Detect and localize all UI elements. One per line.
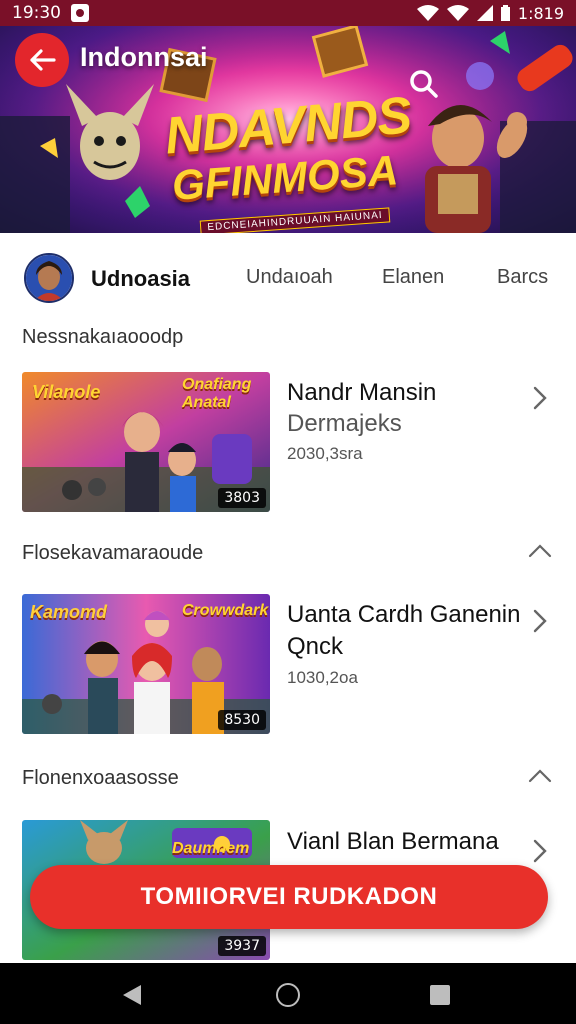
arrow-left-icon (30, 49, 56, 71)
chevron-right-icon[interactable] (532, 608, 548, 634)
primary-cta-button[interactable]: TOMIIORVEI RUDKADON (30, 865, 548, 929)
video-title-3[interactable]: Vianl Blan Bermana (287, 826, 527, 858)
search-button[interactable] (404, 64, 444, 104)
video-title-1[interactable]: Nandr Mansin (287, 377, 527, 409)
chevron-right-icon[interactable] (532, 838, 548, 864)
status-icons: 1:819 (416, 3, 564, 23)
video-meta-2: 1030,2oa (287, 668, 358, 687)
nav-home-icon[interactable] (276, 983, 300, 1007)
video-subtitle-2: Qnck (287, 633, 344, 660)
video-meta-1: 2030,3sra (287, 444, 363, 463)
section-title-3: Flonenxoaasosse (22, 767, 179, 789)
video-title-2[interactable]: Uanta Cardh Ganenin (287, 599, 527, 631)
avatar-image (26, 255, 72, 301)
nav-back-icon[interactable] (121, 984, 143, 1006)
thumbnail-label-3: Daumnem (172, 840, 250, 857)
thumbnail-label-2a: Kamomd (30, 602, 108, 622)
chevron-up-icon[interactable] (528, 768, 552, 784)
channel-name[interactable]: Udnoasia (91, 266, 190, 292)
system-nav-bar (0, 963, 576, 1024)
back-button[interactable] (15, 33, 69, 87)
thumbnail-label-1b: Onafiang Anatal (182, 376, 252, 411)
battery-icon (500, 5, 510, 21)
tab-3[interactable]: Barcs (497, 266, 548, 289)
thumbnail-label-2b: Crowwdark (182, 602, 269, 619)
hero-banner: Indonnsai NDAVNDS GFINMOSA EDCNEIAHINDRU… (0, 26, 576, 233)
wifi-icon (416, 5, 439, 21)
search-icon (410, 70, 438, 98)
duration-badge-1: 3803 (218, 488, 266, 508)
section-title-1: Nessnakaıaooodp (22, 326, 184, 348)
notification-icon (71, 4, 89, 22)
wifi-icon-2 (446, 5, 469, 21)
video-thumbnail-2[interactable]: Kamomd Crowwdark 8530 (22, 594, 270, 734)
section-title-2: Flosekavamaraoude (22, 542, 204, 564)
avatar[interactable] (24, 253, 74, 303)
chevron-right-icon[interactable] (532, 385, 548, 411)
status-time: 19:30 (12, 3, 61, 23)
chevron-up-icon[interactable] (528, 543, 552, 559)
nav-recents-icon[interactable] (430, 985, 450, 1005)
duration-badge-2: 8530 (218, 710, 266, 730)
video-subtitle-1: Dermajeks (287, 410, 402, 437)
signal-icon (476, 5, 493, 21)
thumbnail-label-1a: Vilanole (32, 382, 101, 402)
tab-1[interactable]: Undaıoah (246, 266, 333, 289)
tab-2[interactable]: Elanen (382, 266, 444, 289)
page-title: Indonnsai (80, 42, 208, 72)
duration-badge-3: 3937 (218, 936, 266, 956)
battery-text: 1:819 (517, 3, 564, 23)
channel-row: Udnoasia Undaıoah Elanen Barcs (0, 248, 576, 310)
video-thumbnail-1[interactable]: Vilanole Onafiang Anatal 3803 (22, 372, 270, 512)
status-bar: 19:30 1:819 (0, 0, 576, 26)
